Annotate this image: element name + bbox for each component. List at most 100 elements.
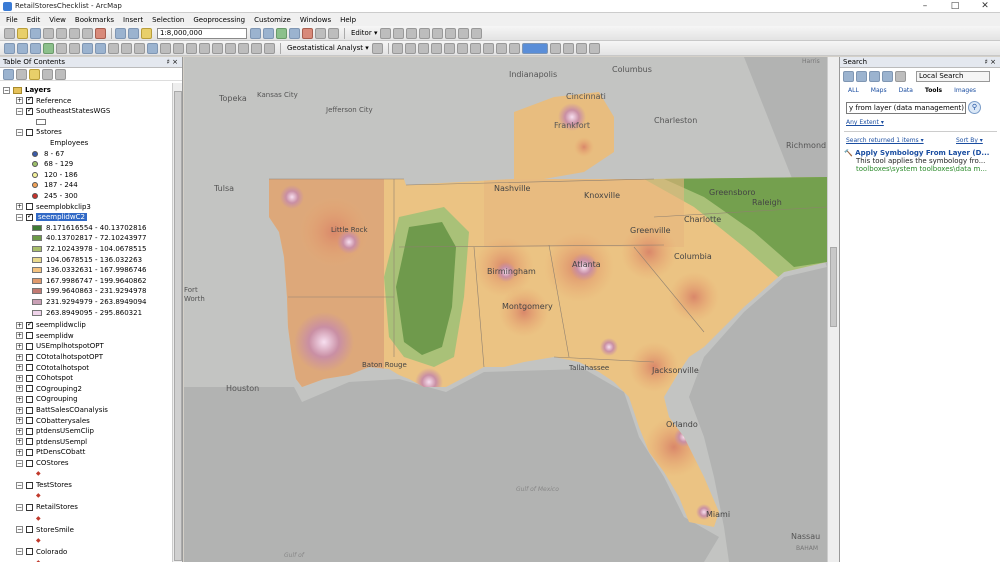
result-title-text[interactable]: Apply Symbology From Layer (D... (855, 149, 989, 157)
expand-icon[interactable]: + (16, 406, 23, 414)
layout-pan-icon[interactable] (417, 42, 429, 54)
toc-options-icon[interactable] (55, 68, 66, 80)
menu-file[interactable]: File (6, 16, 18, 24)
layer-name[interactable]: Colorado (36, 548, 67, 556)
collapse-icon[interactable]: − (16, 503, 23, 511)
point-symbol[interactable] (32, 193, 38, 199)
layer-name[interactable]: COStores (36, 459, 69, 467)
search-returned-link[interactable]: Search returned 1 items ▾ (846, 137, 924, 144)
raster-color-swatch[interactable] (32, 288, 42, 295)
layers-root-label[interactable]: Layers (25, 86, 51, 94)
forward-icon[interactable] (856, 70, 867, 82)
expand-icon[interactable]: + (16, 321, 23, 329)
layer-row[interactable]: + COtotalhotspot (16, 363, 89, 373)
layer-name[interactable]: TestStores (36, 481, 72, 489)
python-icon[interactable] (315, 27, 326, 39)
search-result[interactable]: 🔨 Apply Symbology From Layer (D... This … (844, 149, 999, 173)
expand-icon[interactable]: + (16, 374, 23, 382)
layer-row[interactable]: + BattSalesCOanalysis (16, 405, 108, 415)
list-by-drawing-order-icon[interactable] (3, 68, 14, 80)
point-symbol[interactable] (32, 161, 38, 168)
search-window-icon[interactable] (289, 27, 300, 39)
forward-extent-icon[interactable] (95, 42, 106, 54)
point-symbol[interactable] (32, 150, 38, 157)
layer-visibility-checkbox[interactable] (26, 406, 33, 414)
delete-icon[interactable] (95, 27, 106, 39)
layer-name[interactable]: RetailStores (36, 503, 78, 511)
layer-name[interactable]: COgrouping2 (36, 385, 82, 393)
layer-visibility-checkbox[interactable] (26, 128, 33, 136)
layer-visibility-checkbox[interactable] (26, 395, 33, 403)
sort-by-link[interactable]: Sort By ▾ (956, 137, 983, 144)
go-to-xy-icon[interactable] (212, 42, 223, 54)
polygon-symbol[interactable] (36, 118, 46, 125)
layer-visibility-checkbox[interactable] (26, 438, 33, 446)
search-settings-icon[interactable] (895, 70, 906, 82)
map-scrollbar[interactable] (827, 57, 839, 562)
menu-edit[interactable]: Edit (27, 16, 41, 24)
focus-data-frame-icon[interactable] (508, 42, 520, 54)
collapse-icon[interactable]: − (16, 459, 23, 467)
search-tab-data[interactable]: Data (899, 87, 913, 94)
measure-icon[interactable] (225, 42, 236, 54)
select-features-icon[interactable] (108, 42, 119, 54)
toc-pin-close[interactable]: ♯ × (167, 57, 178, 67)
html-popup-icon[interactable] (160, 42, 171, 54)
layer-row[interactable]: − TestStores (16, 480, 72, 490)
table-of-contents-icon[interactable] (263, 27, 274, 39)
change-layout-icon[interactable] (549, 42, 561, 54)
layer-name[interactable]: seemplidw (36, 332, 74, 340)
layer-row[interactable]: + seemplidw (16, 331, 74, 341)
layer-visibility-checkbox[interactable] (26, 353, 33, 361)
menu-view[interactable]: View (49, 16, 66, 24)
layer-name[interactable]: BattSalesCOanalysis (36, 406, 108, 414)
search-tab-tools[interactable]: Tools (925, 87, 942, 94)
layer-visibility-checkbox[interactable] (26, 364, 33, 372)
layer-visibility-checkbox[interactable] (26, 203, 33, 211)
point-symbol-icon[interactable]: ◆ (36, 470, 41, 477)
layout-back-icon[interactable] (469, 42, 481, 54)
layer-name[interactable]: 5stores (36, 128, 62, 136)
collapse-icon[interactable]: − (16, 213, 23, 221)
layout-fixed-zoom-out-icon[interactable] (456, 42, 468, 54)
layer-visibility-checkbox[interactable] (26, 320, 33, 329)
add-data-icon[interactable] (141, 27, 152, 39)
menu-insert[interactable]: Insert (123, 16, 143, 24)
new-icon[interactable] (4, 27, 15, 39)
layer-name[interactable]: COgrouping (36, 395, 78, 403)
pan-icon[interactable] (30, 42, 41, 54)
layer-row[interactable]: − StoreSmile (16, 525, 74, 535)
raster-color-swatch[interactable] (32, 299, 42, 305)
viewer-window-icon[interactable] (251, 42, 262, 54)
layout-fixed-zoom-in-icon[interactable] (443, 42, 455, 54)
raster-color-swatch[interactable] (32, 277, 42, 284)
layer-row[interactable]: + PtDensCObatt (16, 447, 85, 457)
swipe-icon[interactable] (264, 42, 275, 54)
search-tab-maps[interactable]: Maps (871, 87, 887, 94)
geostat-wizard-icon[interactable] (371, 42, 383, 54)
layer-visibility-checkbox[interactable] (26, 417, 33, 425)
layout-zoom-out-icon[interactable] (404, 42, 416, 54)
layer-row[interactable]: + Reference (16, 95, 71, 106)
layer-row[interactable]: + seemplidwclip (16, 320, 86, 330)
menu-selection[interactable]: Selection (152, 16, 184, 24)
menu-bookmarks[interactable]: Bookmarks (75, 16, 114, 24)
edit-tool-icon[interactable] (380, 27, 392, 39)
layer-visibility-checkbox[interactable] (26, 448, 33, 456)
raster-color-swatch[interactable] (32, 256, 42, 263)
map-scrollbar-thumb[interactable] (830, 247, 837, 327)
print-preview-icon[interactable] (588, 42, 600, 54)
layer-row[interactable]: − seemplidwC2 (16, 212, 87, 222)
open-folder-icon[interactable] (17, 27, 28, 39)
layer-visibility-checkbox[interactable] (26, 342, 33, 350)
layer-row[interactable]: + ptdensUSempl (16, 437, 87, 447)
search-tab-images[interactable]: Images (954, 87, 976, 94)
layer-visibility-checkbox[interactable] (26, 526, 33, 534)
expand-icon[interactable]: + (16, 427, 23, 435)
undo-icon[interactable] (115, 27, 126, 39)
clear-selection-icon[interactable] (121, 42, 132, 54)
full-extent-icon[interactable] (43, 42, 54, 54)
layer-row[interactable]: − SoutheastStatesWGS (16, 106, 110, 116)
maximize-button[interactable]: □ (940, 0, 970, 13)
straight-segment-icon[interactable] (406, 27, 418, 39)
